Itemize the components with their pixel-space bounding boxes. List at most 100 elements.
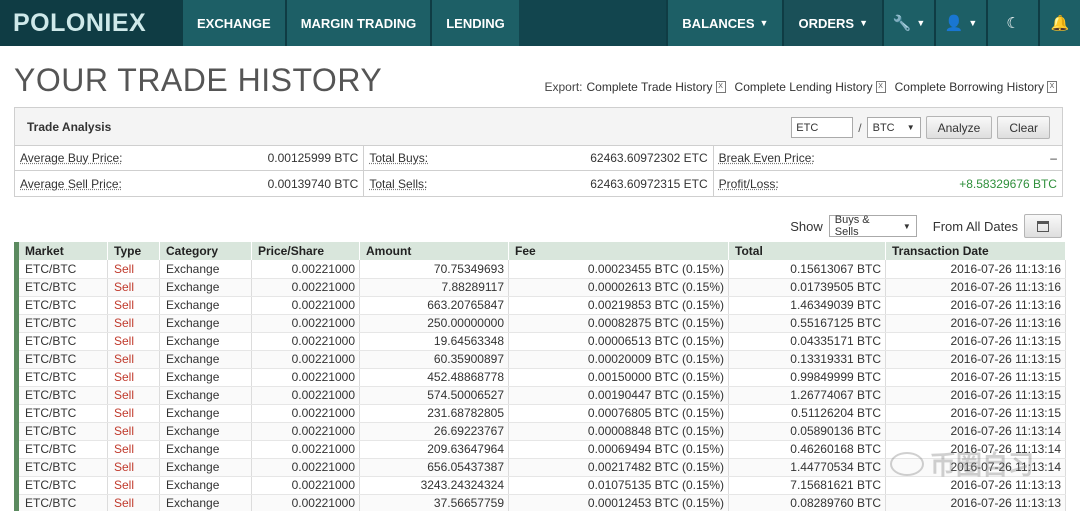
type-cell: Sell (107, 440, 160, 459)
export-trade-history-link[interactable]: Complete Trade History (586, 80, 712, 94)
pair-separator: / (858, 120, 862, 135)
amount-cell: 3243.24324324 (359, 476, 509, 495)
date-cell: 2016-07-26 11:13:16 (885, 260, 1066, 279)
market-cell: ETC/BTC (14, 422, 108, 441)
bell-icon: 🔔 (1050, 15, 1070, 32)
fee-cell: 0.00190447 BTC (0.15%) (508, 386, 729, 405)
nav-margin-trading[interactable]: MARGIN TRADING (284, 0, 431, 46)
break-even-value: – (1050, 151, 1057, 165)
nav-orders[interactable]: ORDERS ▼ (782, 0, 882, 46)
analysis-row-2: Average Sell Price: 0.00139740 BTC Total … (15, 171, 1062, 196)
currency-input[interactable] (791, 117, 854, 138)
chevron-down-icon: ▼ (759, 18, 769, 28)
type-cell: Sell (107, 368, 160, 387)
fee-cell: 0.00150000 BTC (0.15%) (508, 368, 729, 387)
type-cell: Sell (107, 494, 160, 511)
fee-cell: 0.00008848 BTC (0.15%) (508, 422, 729, 441)
nav-notifications[interactable]: 🔔 (1038, 0, 1080, 46)
market-cell: ETC/BTC (14, 296, 108, 315)
col-date-header[interactable]: Transaction Date (885, 242, 1066, 260)
nav-spacer (518, 0, 667, 46)
price-cell: 0.00221000 (251, 368, 360, 387)
trade-analysis-panel: Trade Analysis / BTC ▼ Analyze Clear Aver… (14, 107, 1063, 197)
table-row: ETC/BTC Sell Exchange 0.00221000 3243.243243… (14, 476, 1066, 495)
calendar-button[interactable] (1024, 214, 1062, 238)
trade-analysis-title: Trade Analysis (27, 119, 112, 134)
export-borrowing-history-link[interactable]: Complete Borrowing History (895, 80, 1044, 94)
type-cell: Sell (107, 314, 160, 333)
avg-buy-cell: Average Buy Price: 0.00125999 BTC (15, 146, 365, 170)
table-row: ETC/BTC Sell Exchange 0.00221000 19.64563348… (14, 332, 1066, 351)
fee-cell: 0.00020009 BTC (0.15%) (508, 350, 729, 369)
show-label: Show (790, 218, 823, 234)
amount-cell: 7.88289117 (359, 278, 509, 297)
avg-sell-value: 0.00139740 BTC (267, 176, 359, 191)
poloniex-logo[interactable]: POLONIEX (0, 0, 181, 46)
amount-cell: 19.64563348 (359, 332, 509, 351)
total-cell: 0.51126204 BTC (728, 404, 886, 423)
user-icon: 👤 (944, 15, 964, 32)
fee-cell: 0.00219853 BTC (0.15%) (508, 296, 729, 315)
market-cell: ETC/BTC (14, 260, 108, 279)
category-cell: Exchange (159, 458, 252, 477)
history-filter: Show Buys & Sells ▼ From All Dates (790, 214, 1062, 238)
top-nav: POLONIEX EXCHANGE MARGIN TRADING LENDING… (0, 0, 1080, 46)
table-row: ETC/BTC Sell Exchange 0.00221000 250.0000000… (14, 314, 1066, 333)
category-cell: Exchange (159, 350, 252, 369)
fee-cell: 0.00069494 BTC (0.15%) (508, 440, 729, 459)
show-type-select[interactable]: Buys & Sells ▼ (828, 214, 917, 238)
type-cell: Sell (107, 296, 160, 315)
fee-cell: 0.00006513 BTC (0.15%) (508, 332, 729, 351)
file-icon: X (715, 81, 726, 93)
total-cell: 0.46260168 BTC (728, 440, 886, 459)
category-cell: Exchange (159, 386, 252, 405)
total-cell: 7.15681621 BTC (728, 476, 886, 495)
table-body: ETC/BTC Sell Exchange 0.00221000 70.75349693… (14, 260, 1066, 511)
price-cell: 0.00221000 (251, 386, 360, 405)
col-fee-header[interactable]: Fee (508, 242, 729, 260)
total-buys-cell: Total Buys: 62463.60972302 ETC (364, 146, 714, 170)
category-cell: Exchange (159, 296, 252, 315)
nav-account[interactable]: 👤 ▼ (934, 0, 986, 46)
clear-button[interactable]: Clear (997, 116, 1050, 139)
market-cell: ETC/BTC (14, 386, 108, 405)
total-buys-label: Total Buys: (369, 151, 429, 165)
table-row: ETC/BTC Sell Exchange 0.00221000 70.75349693… (14, 260, 1066, 279)
col-type-header[interactable]: Type (107, 242, 160, 260)
market-cell: ETC/BTC (14, 404, 108, 423)
table-row: ETC/BTC Sell Exchange 0.00221000 663.2076584… (14, 296, 1066, 315)
analyze-button[interactable]: Analyze (925, 116, 993, 139)
category-cell: Exchange (159, 494, 252, 511)
nav-tools[interactable]: 🔧 ▼ (882, 0, 934, 46)
date-cell: 2016-07-26 11:13:13 (885, 476, 1066, 495)
type-cell: Sell (107, 332, 160, 351)
chevron-down-icon: ▼ (859, 18, 868, 28)
total-cell: 0.55167125 BTC (728, 314, 886, 333)
market-cell: ETC/BTC (14, 350, 108, 369)
table-row: ETC/BTC Sell Exchange 0.00221000 209.6364796… (14, 440, 1066, 459)
col-total-header[interactable]: Total (728, 242, 886, 260)
col-market-header[interactable]: Market (14, 242, 108, 260)
price-cell: 0.00221000 (251, 314, 360, 333)
table-row: ETC/BTC Sell Exchange 0.00221000 7.88289117 0… (14, 278, 1066, 297)
total-cell: 1.26774067 BTC (728, 386, 886, 405)
col-price-header[interactable]: Price/Share (251, 242, 360, 260)
nav-balances[interactable]: BALANCES ▼ (666, 0, 783, 46)
total-buys-value: 62463.60972302 ETC (590, 151, 708, 165)
price-cell: 0.00221000 (251, 422, 360, 441)
market-cell: ETC/BTC (14, 440, 108, 459)
nav-orders-label: ORDERS (798, 15, 855, 31)
total-sells-value: 62463.60972315 ETC (590, 176, 708, 191)
col-category-header[interactable]: Category (159, 242, 252, 260)
amount-cell: 37.56657759 (359, 494, 509, 511)
export-lending-history-link[interactable]: Complete Lending History (735, 80, 873, 94)
nav-exchange[interactable]: EXCHANGE (181, 0, 285, 46)
type-cell: Sell (107, 476, 160, 495)
col-amount-header[interactable]: Amount (359, 242, 509, 260)
base-currency-select[interactable]: BTC ▼ (866, 117, 921, 138)
total-cell: 0.99849999 BTC (728, 368, 886, 387)
total-cell: 0.05890136 BTC (728, 422, 886, 441)
nav-lending[interactable]: LENDING (430, 0, 519, 46)
nav-theme[interactable]: ☾ (986, 0, 1038, 46)
profit-loss-cell: Profit/Loss: +8.58329676 BTC (714, 171, 1062, 196)
